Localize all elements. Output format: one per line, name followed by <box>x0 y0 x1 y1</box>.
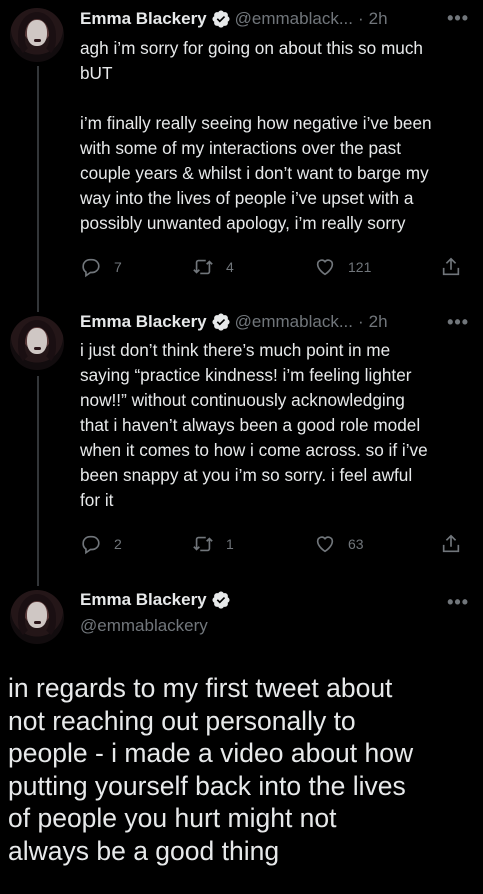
share-button[interactable] <box>440 256 462 278</box>
like-button[interactable]: 63 <box>314 533 364 555</box>
more-options-button[interactable]: ••• <box>447 312 469 333</box>
timestamp[interactable]: 2h <box>369 312 388 332</box>
retweet-button[interactable]: 1 <box>192 533 234 555</box>
avatar[interactable] <box>10 8 64 62</box>
author-name[interactable]: Emma Blackery <box>80 9 207 29</box>
verified-badge-icon <box>212 591 230 609</box>
author-handle[interactable]: @emmablackery <box>80 616 208 636</box>
retweet-icon <box>193 259 213 275</box>
more-options-button[interactable]: ••• <box>447 8 469 29</box>
tweet-text: agh i’m sorry for going on about this so… <box>80 38 432 233</box>
author-name[interactable]: Emma Blackery <box>80 590 207 610</box>
reply-count: 2 <box>114 536 122 552</box>
avatar[interactable] <box>10 590 64 644</box>
retweet-count: 1 <box>226 536 234 552</box>
more-options-button[interactable]: ••• <box>447 592 469 613</box>
like-button[interactable]: 121 <box>314 256 371 278</box>
author-name[interactable]: Emma Blackery <box>80 312 207 332</box>
reply-icon <box>82 535 100 555</box>
heart-icon <box>316 259 334 276</box>
timestamp[interactable]: 2h <box>369 9 388 29</box>
verified-badge-icon <box>212 10 230 28</box>
like-count: 63 <box>348 536 364 552</box>
tweet-actions: 2 1 63 <box>80 533 470 557</box>
thread-line <box>37 66 39 312</box>
reply-button[interactable]: 2 <box>80 533 122 555</box>
share-icon <box>442 257 460 276</box>
tweet-header: Emma Blackery @emmablack... · 2h <box>80 9 388 29</box>
separator-dot: · <box>358 9 364 28</box>
reply-count: 7 <box>114 259 122 275</box>
tweet-header: Emma Blackery @emmablack... · 2h <box>80 312 388 332</box>
main-tweet-text: in regards to my first tweet about not r… <box>8 673 414 866</box>
reply-button[interactable]: 7 <box>80 256 122 278</box>
retweet-icon <box>193 536 213 552</box>
author-handle[interactable]: @emmablack... <box>235 312 353 332</box>
thread-line <box>37 376 39 586</box>
tweet-actions: 7 4 121 <box>80 256 470 280</box>
heart-icon <box>316 536 334 553</box>
avatar[interactable] <box>10 316 64 370</box>
author-handle[interactable]: @emmablack... <box>235 9 353 29</box>
retweet-count: 4 <box>226 259 234 275</box>
share-button[interactable] <box>440 533 462 555</box>
main-tweet-header: Emma Blackery <box>80 590 235 610</box>
share-icon <box>442 534 460 553</box>
separator-dot: · <box>358 312 364 331</box>
verified-badge-icon <box>212 313 230 331</box>
like-count: 121 <box>348 259 372 275</box>
reply-icon <box>82 258 100 278</box>
retweet-button[interactable]: 4 <box>192 256 234 278</box>
tweet-text: i just don’t think there’s much point in… <box>80 340 428 510</box>
